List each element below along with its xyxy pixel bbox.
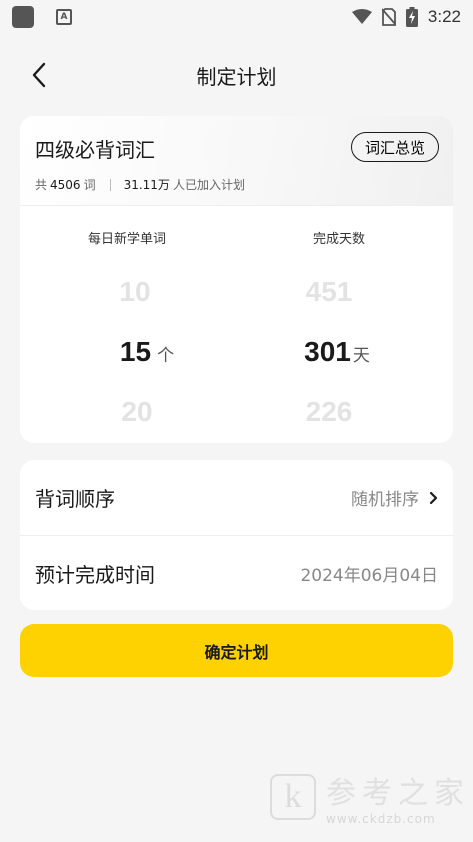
finish-date-value: 2024年06月04日 <box>300 565 438 586</box>
daily-picker-option[interactable]: 10 <box>60 276 210 308</box>
nav-header: 制定计划 <box>0 52 473 98</box>
word-count: 4506 <box>50 177 81 192</box>
word-order-label: 背词顺序 <box>35 487 115 511</box>
watermark-logo-icon: k <box>270 774 316 820</box>
days-picker-selected[interactable]: 301 天 <box>262 336 412 368</box>
plan-card: 四级必背词汇 词汇总览 共 4506 词 31.11万 人已加入计划 每日新学单… <box>20 116 453 443</box>
status-icons: 3:22 <box>351 7 461 27</box>
daily-picker-option[interactable]: 20 <box>62 396 212 428</box>
days-picker-option[interactable]: 226 <box>254 396 404 428</box>
page-title: 制定计划 <box>196 64 277 89</box>
back-button[interactable] <box>24 60 54 90</box>
watermark-title: 参考之家 <box>326 776 470 811</box>
days-picker-option[interactable]: 451 <box>254 276 404 308</box>
word-overview-button[interactable]: 词汇总览 <box>350 132 439 162</box>
watermark: k 参考之家 www.ckdzb.com <box>270 768 470 826</box>
confirm-plan-button[interactable]: 确定计划 <box>20 624 453 677</box>
word-order-row[interactable]: 背词顺序 随机排序 <box>20 460 453 535</box>
finish-date-row: 预计完成时间 2024年06月04日 <box>20 535 453 610</box>
app-notification-icon <box>12 6 34 28</box>
days-label: 完成天数 <box>312 232 365 247</box>
chevron-right-icon <box>429 491 438 504</box>
daily-words-label: 每日新学单词 <box>87 232 166 247</box>
watermark-url: www.ckdzb.com <box>326 812 436 826</box>
wifi-icon <box>351 9 372 24</box>
keyboard-notification-icon: A <box>56 9 72 25</box>
daily-unit: 个 <box>157 346 175 366</box>
book-title: 四级必背词汇 <box>35 138 155 162</box>
book-meta: 共 4506 词 31.11万 人已加入计划 <box>35 176 245 193</box>
daily-picker-selected[interactable]: 15 个 <box>72 336 222 368</box>
word-order-value: 随机排序 <box>351 490 419 510</box>
options-card: 背词顺序 随机排序 预计完成时间 2024年06月04日 <box>20 460 453 610</box>
days-selected-value: 301 <box>304 336 351 367</box>
status-bar: A 3:22 <box>0 0 473 34</box>
daily-selected-value: 15 <box>119 336 152 367</box>
meta-divider <box>109 178 111 191</box>
finish-date-label: 预计完成时间 <box>35 562 155 587</box>
chevron-left-icon <box>32 62 46 88</box>
word-count-prefix: 共 <box>35 178 48 192</box>
word-order-value-group: 随机排序 <box>351 485 438 510</box>
no-sim-icon <box>381 8 396 26</box>
battery-charging-icon <box>405 7 418 27</box>
watermark-text: 参考之家 www.ckdzb.com <box>326 768 470 826</box>
book-header: 四级必背词汇 词汇总览 共 4506 词 31.11万 人已加入计划 <box>20 116 453 206</box>
word-count-unit: 词 <box>83 178 96 192</box>
learners-count: 31.11万 <box>123 178 170 192</box>
learners-suffix: 人已加入计划 <box>172 178 245 192</box>
status-time: 3:22 <box>427 7 461 26</box>
days-unit: 天 <box>352 346 370 366</box>
